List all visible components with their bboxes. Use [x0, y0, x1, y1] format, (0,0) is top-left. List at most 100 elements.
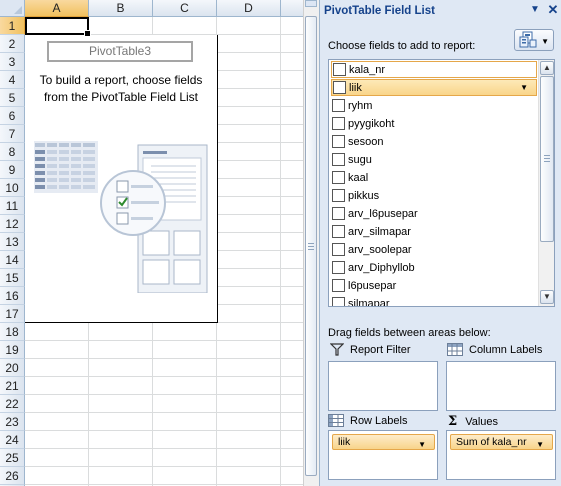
row-header[interactable]: 25 — [0, 449, 25, 467]
field-item[interactable]: arv_silmapar — [331, 223, 537, 240]
field-checkbox[interactable] — [332, 153, 345, 166]
row-header[interactable]: 11 — [0, 197, 25, 215]
row-header[interactable]: 23 — [0, 413, 25, 431]
field-item[interactable]: kaal — [331, 169, 537, 186]
row-header[interactable]: 19 — [0, 341, 25, 359]
row-header[interactable]: 26 — [0, 467, 25, 485]
field-checkbox[interactable] — [332, 225, 345, 238]
field-list-scrollbar[interactable]: ▲ ▼ — [538, 60, 554, 306]
values-area[interactable]: Sum of kala_nr ▼ — [446, 430, 556, 480]
column-labels-icon — [447, 343, 463, 356]
row-header[interactable]: 2 — [0, 35, 25, 53]
field-label: silmapar — [348, 297, 390, 307]
close-icon[interactable]: ✕ — [547, 2, 559, 18]
field-item[interactable]: arv_Diphyllob — [331, 259, 537, 276]
report-filter-area[interactable] — [328, 361, 438, 411]
row-header[interactable]: 7 — [0, 125, 25, 143]
field-list-scroll-thumb[interactable] — [540, 76, 554, 242]
select-all-corner[interactable] — [0, 0, 25, 17]
field-item[interactable]: l6pusepar — [331, 277, 537, 294]
pivot-instructions: To build a report, choose fields from th… — [39, 73, 203, 104]
row-header[interactable]: 20 — [0, 359, 25, 377]
field-item[interactable]: pikkus — [331, 187, 537, 204]
row-gridline — [25, 358, 303, 359]
field-label: arv_soolepar — [348, 243, 412, 256]
row-header[interactable]: 3 — [0, 53, 25, 71]
field-item[interactable]: kala_nr — [331, 61, 537, 78]
chevron-down-icon[interactable]: ▼ — [520, 83, 528, 92]
row-field-chip[interactable]: liik ▼ — [332, 434, 435, 450]
field-item[interactable]: sesoon — [331, 133, 537, 150]
field-list-layout-button[interactable]: ▼ — [514, 29, 554, 51]
values-field-chip[interactable]: Sum of kala_nr ▼ — [450, 434, 553, 450]
sigma-icon: Σ — [448, 414, 458, 429]
values-field-chip-label: Sum of kala_nr — [456, 436, 527, 448]
field-item[interactable]: arv_l6pusepar — [331, 205, 537, 222]
field-item[interactable]: sugu — [331, 151, 537, 168]
row-labels-area[interactable]: liik ▼ — [328, 430, 438, 480]
row-header[interactable]: 13 — [0, 233, 25, 251]
column-header-b[interactable]: B — [89, 0, 153, 17]
row-header[interactable]: 4 — [0, 71, 25, 89]
field-checkbox[interactable] — [332, 99, 345, 112]
field-item[interactable]: liik ▼ — [331, 79, 537, 96]
scroll-down-arrow-icon[interactable]: ▼ — [540, 290, 554, 304]
field-item[interactable]: ryhm — [331, 97, 537, 114]
column-gridline — [280, 17, 281, 486]
field-checkbox[interactable] — [332, 243, 345, 256]
chevron-down-icon: ▼ — [418, 440, 426, 449]
row-header[interactable]: 1 — [0, 17, 25, 35]
pane-options-dropdown-icon[interactable]: ▼ — [529, 4, 541, 15]
sheet-scroll-thumb[interactable] — [305, 16, 317, 476]
drag-fields-label: Drag fields between areas below: — [328, 327, 491, 339]
field-checkbox[interactable] — [332, 261, 345, 274]
field-checkbox[interactable] — [332, 279, 345, 292]
field-item[interactable]: arv_soolepar — [331, 241, 537, 258]
field-checkbox[interactable] — [333, 81, 346, 94]
row-header[interactable]: 14 — [0, 251, 25, 269]
row-header[interactable]: 6 — [0, 107, 25, 125]
row-header[interactable]: 15 — [0, 269, 25, 287]
row-field-chip-label: liik — [338, 436, 351, 448]
field-checkbox[interactable] — [332, 207, 345, 220]
spreadsheet-grid[interactable]: A B C D 1 2 3 4 5 6 7 8 9 10 11 12 13 14 15 16 17 18 19 20 2… — [0, 0, 303, 486]
row-header[interactable]: 5 — [0, 89, 25, 107]
row-header[interactable]: 9 — [0, 161, 25, 179]
field-checkbox[interactable] — [332, 297, 345, 306]
field-item[interactable]: pyygikoht — [331, 115, 537, 132]
scroll-up-arrow-icon[interactable]: ▲ — [540, 61, 554, 75]
row-header[interactable]: 10 — [0, 179, 25, 197]
row-header[interactable]: 17 — [0, 305, 25, 323]
field-checkbox[interactable] — [332, 171, 345, 184]
field-checkbox[interactable] — [332, 117, 345, 130]
field-label: pyygikoht — [348, 117, 395, 130]
column-header-d[interactable]: D — [217, 0, 281, 17]
field-item[interactable]: silmapar — [331, 295, 537, 307]
row-header[interactable]: 22 — [0, 395, 25, 413]
column-labels-area[interactable] — [446, 361, 556, 411]
row-header[interactable]: 18 — [0, 323, 25, 341]
field-label: kaal — [348, 171, 369, 184]
row-gridline — [25, 376, 303, 377]
column-header-c[interactable]: C — [153, 0, 217, 17]
field-checkbox[interactable] — [333, 63, 346, 76]
row-header[interactable]: 12 — [0, 215, 25, 233]
field-checkbox[interactable] — [332, 189, 345, 202]
active-cell-a1[interactable] — [25, 17, 91, 37]
field-label: kala_nr — [349, 63, 386, 76]
row-header[interactable]: 8 — [0, 143, 25, 161]
column-header-e[interactable] — [281, 0, 303, 17]
row-labels-icon — [328, 414, 344, 427]
field-label: sugu — [348, 153, 372, 166]
row-header[interactable]: 21 — [0, 377, 25, 395]
pane-title: PivotTable Field List — [324, 5, 435, 17]
field-checkbox[interactable] — [332, 135, 345, 148]
row-header[interactable]: 16 — [0, 287, 25, 305]
row-header[interactable]: 24 — [0, 431, 25, 449]
pivot-table-placeholder[interactable]: PivotTable3 To build a report, choose fi… — [25, 35, 218, 323]
field-label: ryhm — [348, 99, 373, 112]
column-header-a[interactable]: A — [25, 0, 89, 17]
field-list-box[interactable]: kala_nr liik ▼ ryhm pyygikoht sesoon sugu kaal p… — [328, 59, 555, 307]
split-box[interactable] — [305, 0, 317, 7]
values-label: Σ Values — [448, 414, 498, 429]
